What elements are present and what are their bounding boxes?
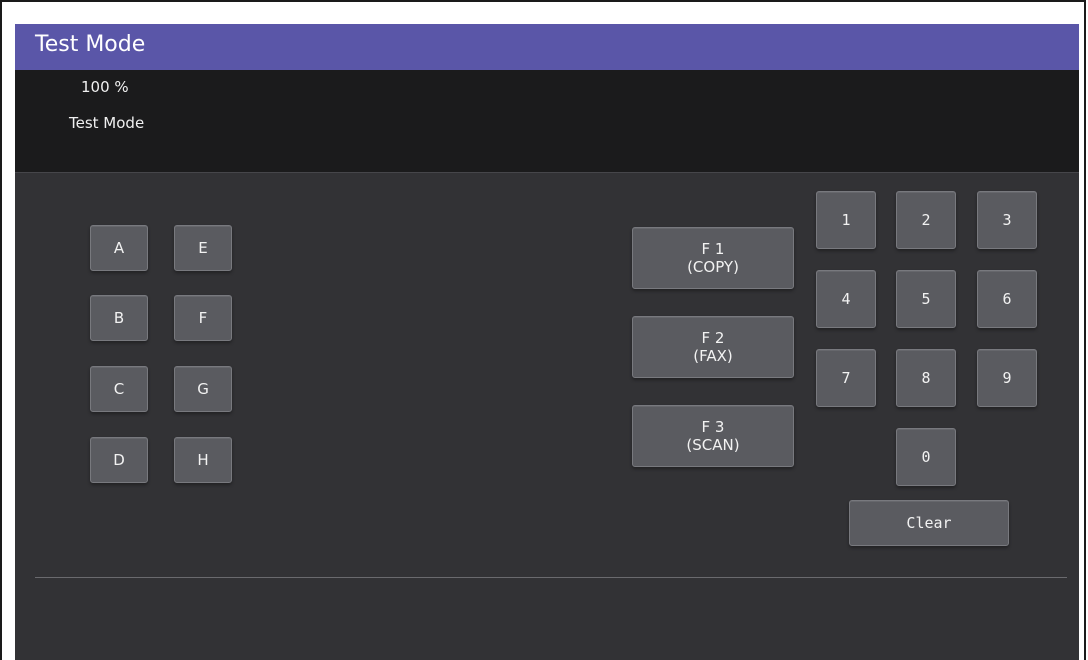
key-5[interactable]: 5 — [896, 270, 956, 328]
title-bar: Test Mode — [15, 24, 1079, 70]
letter-button-c[interactable]: C — [90, 366, 148, 412]
key-8[interactable]: 8 — [896, 349, 956, 407]
f1-label: F 1 — [701, 240, 725, 258]
zoom-readout: 100 % — [81, 78, 129, 96]
key-7[interactable]: 7 — [816, 349, 876, 407]
f3-label: F 3 — [701, 418, 725, 436]
f3-sublabel: (SCAN) — [686, 436, 740, 454]
letter-button-f[interactable]: F — [174, 295, 232, 341]
key-1[interactable]: 1 — [816, 191, 876, 249]
key-0[interactable]: 0 — [896, 428, 956, 486]
f1-copy-button[interactable]: F 1 (COPY) — [632, 227, 794, 289]
key-4[interactable]: 4 — [816, 270, 876, 328]
f3-scan-button[interactable]: F 3 (SCAN) — [632, 405, 794, 467]
letter-button-g[interactable]: G — [174, 366, 232, 412]
letter-button-b[interactable]: B — [90, 295, 148, 341]
key-9[interactable]: 9 — [977, 349, 1037, 407]
divider — [35, 577, 1067, 578]
mode-label: Test Mode — [69, 114, 145, 132]
key-2[interactable]: 2 — [896, 191, 956, 249]
test-mode-panel: Test Mode 100 % Test Mode A E B F C G D … — [15, 24, 1079, 660]
letter-button-e[interactable]: E — [174, 225, 232, 271]
letter-button-a[interactable]: A — [90, 225, 148, 271]
key-6[interactable]: 6 — [977, 270, 1037, 328]
f2-fax-button[interactable]: F 2 (FAX) — [632, 316, 794, 378]
clear-button[interactable]: Clear — [849, 500, 1009, 546]
window-title: Test Mode — [35, 32, 146, 57]
f2-sublabel: (FAX) — [693, 347, 733, 365]
status-area: 100 % Test Mode — [15, 70, 1079, 173]
letter-button-h[interactable]: H — [174, 437, 232, 483]
key-3[interactable]: 3 — [977, 191, 1037, 249]
f2-label: F 2 — [701, 329, 725, 347]
f1-sublabel: (COPY) — [687, 258, 739, 276]
letter-button-d[interactable]: D — [90, 437, 148, 483]
